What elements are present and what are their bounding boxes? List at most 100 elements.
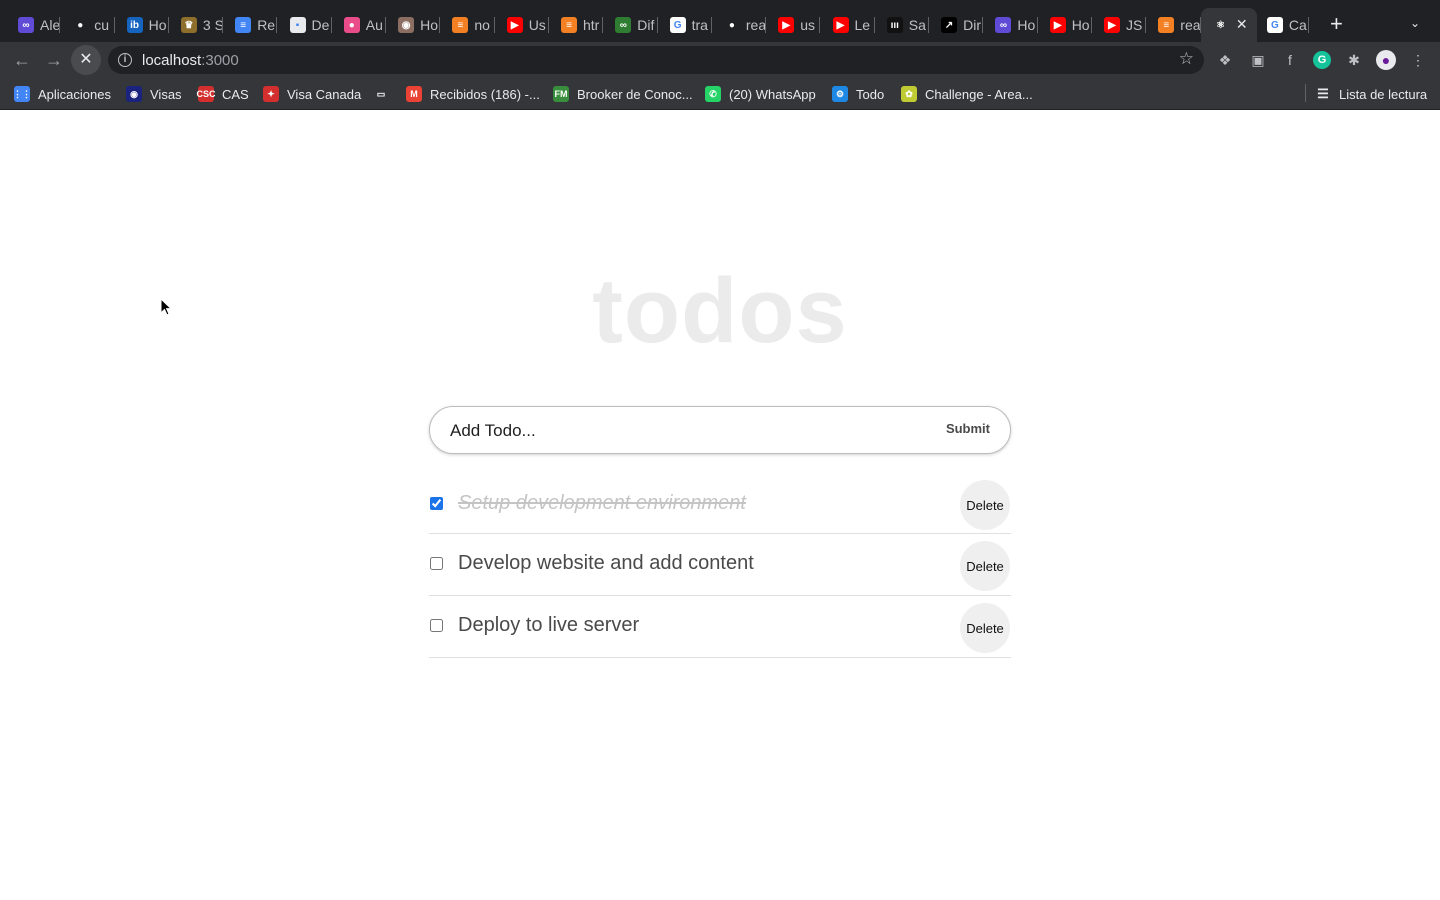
grammarly-extension-icon[interactable]: G bbox=[1313, 51, 1331, 69]
browser-tab[interactable]: Gtra bbox=[658, 8, 712, 42]
bookmark-star-icon[interactable]: ☆ bbox=[1179, 49, 1194, 69]
app-title: todos bbox=[592, 260, 848, 362]
tab-strip: + ⌄ ∞ Ale ● cu ib Ho ♛ 3 S ≡ Re ▪ De ● Au ◉ Ho ≡ no ▶ Us ≡ ht… bbox=[0, 0, 1440, 46]
bookmark-label: Challenge - Area... bbox=[925, 86, 1033, 102]
bookmark-item[interactable]: ◉ Visas bbox=[126, 86, 182, 102]
new-tab-button[interactable]: + bbox=[1330, 13, 1343, 35]
close-tab-icon[interactable]: ✕ bbox=[1236, 16, 1248, 33]
tab-title: rea bbox=[1180, 17, 1201, 33]
todo-checkbox[interactable] bbox=[430, 619, 443, 632]
browser-tab[interactable]: ▶ Ho bbox=[1038, 8, 1092, 42]
bookmark-favicon-icon: ✆ bbox=[705, 86, 721, 102]
tab-title: Ho bbox=[420, 17, 438, 33]
tab-favicon-icon: ♛ bbox=[180, 17, 197, 33]
browser-tab[interactable]: ≡ htr bbox=[549, 8, 604, 42]
tab-favicon-icon: ∞ bbox=[995, 17, 1012, 33]
tab-title: De bbox=[311, 17, 330, 33]
dropbox-extension-icon[interactable]: ❖ bbox=[1216, 51, 1234, 69]
bookmark-item[interactable]: CSC CAS bbox=[197, 86, 249, 102]
browser-tab[interactable]: ≡ rea bbox=[1146, 8, 1201, 42]
screen-extension-icon[interactable]: ▣ bbox=[1249, 51, 1267, 69]
extensions-puzzle-icon[interactable]: ✱ bbox=[1345, 51, 1363, 69]
tab-title: Le bbox=[854, 17, 871, 33]
todo-text: Develop website and add content bbox=[458, 552, 754, 574]
reading-list-button[interactable]: ☰ Lista de lectura bbox=[1315, 86, 1427, 102]
submit-button[interactable]: Submit bbox=[946, 421, 990, 436]
browser-tab[interactable]: G Ca bbox=[1255, 8, 1310, 42]
tab-title: Ho bbox=[1071, 17, 1090, 33]
tab-title: Re bbox=[257, 17, 276, 33]
tab-search-chevron-icon[interactable]: ⌄ bbox=[1410, 16, 1420, 30]
browser-tab[interactable]: ∞ Ho bbox=[983, 8, 1038, 42]
tab-favicon-icon: G bbox=[669, 17, 686, 33]
browser-tab[interactable]: ∞ Ale bbox=[6, 8, 61, 42]
browser-tab[interactable]: ▶ Us bbox=[495, 8, 549, 42]
tab-separator bbox=[1308, 17, 1310, 33]
bookmark-item[interactable]: M Recibidos (186) -... bbox=[406, 86, 540, 102]
tab-favicon-icon: ▶ bbox=[832, 17, 849, 33]
address-bar[interactable]: i localhost:3000 ☆ bbox=[108, 46, 1204, 74]
tab-favicon-icon: ▶ bbox=[778, 17, 795, 33]
bookmark-favicon-icon: ◉ bbox=[126, 86, 142, 102]
back-arrow-icon[interactable]: ← bbox=[11, 49, 33, 71]
add-todo-input[interactable] bbox=[450, 419, 910, 443]
browser-tab[interactable]: ◉ Ho bbox=[386, 8, 441, 42]
browser-tab[interactable]: ♛ 3 S bbox=[169, 8, 224, 42]
delete-button[interactable]: Delete bbox=[960, 480, 1010, 530]
browser-tab[interactable]: ▪ De bbox=[278, 8, 332, 42]
delete-button[interactable]: Delete bbox=[960, 541, 1010, 591]
todo-text: Deploy to live server bbox=[458, 614, 640, 636]
browser-tab[interactable]: ib Ho bbox=[115, 8, 169, 42]
bookmark-item[interactable]: ▭ bbox=[373, 86, 397, 102]
todo-list: Setup development environment Delete Dev… bbox=[429, 472, 1011, 658]
browser-tab[interactable]: ● Au bbox=[332, 8, 387, 42]
url-text: localhost:3000 bbox=[142, 52, 239, 69]
mouse-cursor-icon bbox=[160, 298, 172, 316]
browser-tab[interactable]: ııı Sa bbox=[875, 8, 930, 42]
tab-title: Sa bbox=[908, 17, 926, 33]
tab-favicon-icon: ∞ bbox=[18, 17, 34, 33]
tab-title: us bbox=[800, 17, 815, 33]
reading-list-icon: ☰ bbox=[1317, 86, 1329, 101]
browser-tab[interactable]: ▶ JS bbox=[1092, 8, 1147, 42]
tab-title: Dir bbox=[963, 17, 981, 33]
facebook-extension-icon[interactable]: f bbox=[1281, 51, 1299, 69]
tab-favicon-icon: ≡ bbox=[452, 17, 469, 33]
browser-tab[interactable]: ▶ us bbox=[766, 8, 821, 42]
browser-tab[interactable]: ⚛ ✕ bbox=[1200, 8, 1257, 42]
browser-tab[interactable]: ↗ Dir bbox=[929, 8, 984, 42]
browser-tab[interactable]: ● rea bbox=[712, 8, 767, 42]
browser-tab[interactable]: ● cu bbox=[60, 8, 115, 42]
tab-title: htr bbox=[583, 17, 600, 33]
browser-tab[interactable]: ≡ Re bbox=[223, 8, 278, 42]
browser-menu-icon[interactable]: ⋮ bbox=[1409, 51, 1427, 69]
bookmark-favicon-icon: M bbox=[406, 86, 422, 102]
browser-tab[interactable]: ∞ Dif bbox=[603, 8, 658, 42]
profile-avatar[interactable]: ● bbox=[1376, 50, 1396, 70]
bookmark-label: Brooker de Conoc... bbox=[577, 86, 693, 102]
todo-item: Deploy to live server Delete bbox=[429, 596, 1011, 658]
bookmark-item[interactable]: ⚙ Todo bbox=[832, 86, 884, 102]
site-info-icon[interactable]: i bbox=[118, 53, 132, 67]
bookmark-item[interactable]: ⋮⋮ Aplicaciones bbox=[13, 86, 111, 102]
bookmark-item[interactable]: FM Brooker de Conoc... bbox=[553, 86, 693, 102]
forward-arrow-icon[interactable]: → bbox=[43, 49, 65, 71]
bookmark-item[interactable]: ✆ (20) WhatsApp bbox=[705, 86, 816, 102]
delete-button[interactable]: Delete bbox=[960, 603, 1010, 653]
tab-favicon-icon: ∞ bbox=[615, 17, 632, 33]
bookmark-item[interactable]: ✦ Visa Canada bbox=[263, 86, 361, 102]
stop-loading-icon[interactable]: ✕ bbox=[71, 45, 101, 75]
bookmark-item[interactable]: ✿ Challenge - Area... bbox=[901, 86, 1033, 102]
todo-checkbox[interactable] bbox=[430, 497, 443, 510]
tab-title: Au bbox=[365, 17, 383, 33]
tab-favicon-icon: G bbox=[1266, 17, 1283, 33]
todo-checkbox[interactable] bbox=[430, 557, 443, 570]
bookmarks-divider bbox=[1305, 84, 1306, 102]
browser-tab[interactable]: ≡ no bbox=[440, 8, 495, 42]
browser-tab[interactable]: ▶ Le bbox=[821, 8, 875, 42]
bookmark-favicon-icon: ✦ bbox=[263, 86, 279, 102]
bookmark-label: Aplicaciones bbox=[38, 86, 111, 102]
browser-toolbar: ← → ✕ i localhost:3000 ☆ ❖ ▣ f G ✱ ● ⋮ bbox=[0, 42, 1440, 78]
tab-title: tra bbox=[691, 17, 708, 33]
bookmark-favicon-icon: ⋮⋮ bbox=[13, 86, 31, 102]
